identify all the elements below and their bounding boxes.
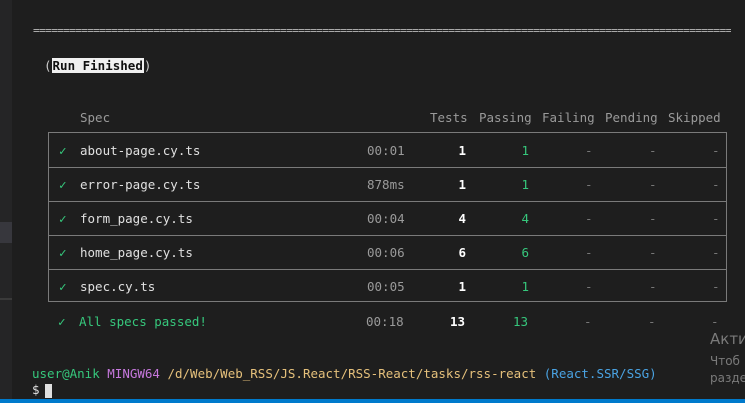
row-separator [49, 201, 726, 202]
spec-duration: 00:04 [367, 211, 405, 226]
check-icon: ✓ [59, 177, 67, 192]
spec-passing: 6 [521, 245, 529, 260]
sidebar-selected-item[interactable] [0, 222, 12, 243]
prompt-branch: (React.SSR/SSG) [543, 366, 657, 381]
spec-duration: 00:05 [367, 279, 405, 294]
spec-tests: 6 [458, 245, 466, 260]
spec-pending: - [649, 279, 657, 294]
shell-prompt: user@Anik MINGW64 /d/Web/Web_RSS/JS.Reac… [32, 366, 657, 381]
summary-tests: 13 [449, 314, 465, 329]
column-tests: Tests [430, 110, 468, 125]
run-finished-text: Run Finished [51, 58, 144, 73]
command-input-line[interactable]: $ [32, 382, 52, 398]
spec-skipped: - [712, 143, 720, 158]
summary-skipped: - [711, 314, 719, 329]
spec-duration: 00:06 [367, 245, 405, 260]
spec-passing: 1 [521, 177, 529, 192]
table-row: ✓ error-page.cy.ts 878ms 1 1 - - - [49, 167, 726, 201]
status-bar [0, 399, 745, 403]
watermark-line-2: Чтоб [710, 354, 740, 368]
summary-pending: - [648, 314, 656, 329]
summary-failing: - [584, 314, 592, 329]
table-row: ✓ form_page.cy.ts 00:04 4 4 - - - [49, 201, 726, 235]
check-icon: ✓ [58, 314, 66, 329]
spec-pending: - [649, 177, 657, 192]
spec-name: home_page.cy.ts [80, 245, 193, 260]
check-icon: ✓ [59, 279, 67, 294]
check-icon: ✓ [59, 245, 67, 260]
watermark-line-1: Акти [710, 330, 745, 348]
spec-failing: - [585, 245, 593, 260]
column-skipped: Skipped [668, 110, 721, 125]
spec-name: about-page.cy.ts [80, 143, 201, 158]
row-separator [49, 269, 726, 270]
watermark-line-3: разде [710, 371, 745, 385]
column-passing: Passing [479, 110, 532, 125]
spec-tests: 4 [458, 211, 466, 226]
spec-skipped: - [712, 211, 720, 226]
spec-name: form_page.cy.ts [80, 211, 193, 226]
spec-skipped: - [712, 279, 720, 294]
spec-tests: 1 [458, 143, 466, 158]
activate-windows-watermark: Акти Чтоб разде [710, 330, 745, 388]
row-separator [49, 167, 726, 168]
column-spec: Spec [80, 110, 111, 125]
summary-duration: 00:18 [366, 314, 404, 329]
output-divider: ========================================… [33, 26, 731, 36]
spec-pending: - [649, 143, 657, 158]
spec-name: spec.cy.ts [80, 279, 156, 294]
text-cursor[interactable] [44, 383, 52, 398]
spec-passing: 1 [521, 279, 529, 294]
spec-duration: 00:01 [367, 143, 405, 158]
spec-passing: 4 [521, 211, 529, 226]
spec-pending: - [649, 211, 657, 226]
spec-passing: 1 [521, 143, 529, 158]
spec-pending: - [649, 245, 657, 260]
run-finished-label: (Run Finished) [44, 58, 152, 73]
spec-tests: 1 [458, 177, 466, 192]
summary-label: All specs passed! [79, 314, 207, 329]
row-separator [49, 235, 726, 236]
spec-name: error-page.cy.ts [80, 177, 201, 192]
prompt-symbol: $ [32, 382, 40, 397]
spec-failing: - [585, 143, 593, 158]
table-row: ✓ home_page.cy.ts 00:06 6 6 - - - [49, 235, 726, 269]
left-sidebar-edge [0, 0, 12, 403]
prompt-host: MINGW64 [107, 366, 160, 381]
summary-passing: 13 [512, 314, 528, 329]
spec-duration: 878ms [367, 177, 405, 192]
prompt-path: /d/Web/Web_RSS/JS.React/RSS-React/tasks/… [167, 366, 537, 381]
check-icon: ✓ [59, 211, 67, 226]
spec-failing: - [585, 279, 593, 294]
spec-skipped: - [712, 177, 720, 192]
table-row: ✓ spec.cy.ts 00:05 1 1 - - - [49, 269, 726, 303]
summary-row: ✓ All specs passed! 00:18 13 13 - - - [48, 314, 727, 334]
check-icon: ✓ [59, 143, 67, 158]
spec-failing: - [585, 177, 593, 192]
spec-skipped: - [712, 245, 720, 260]
results-table-header: Spec Tests Passing Failing Pending Skipp… [0, 110, 745, 126]
sidebar-divider [0, 298, 12, 300]
column-pending: Pending [605, 110, 658, 125]
spec-failing: - [585, 211, 593, 226]
spec-tests: 1 [458, 279, 466, 294]
results-table: ✓ about-page.cy.ts 00:01 1 1 - - - ✓ err… [48, 132, 727, 302]
prompt-user: user@Anik [32, 366, 100, 381]
table-row: ✓ about-page.cy.ts 00:01 1 1 - - - [49, 133, 726, 167]
column-failing: Failing [542, 110, 595, 125]
